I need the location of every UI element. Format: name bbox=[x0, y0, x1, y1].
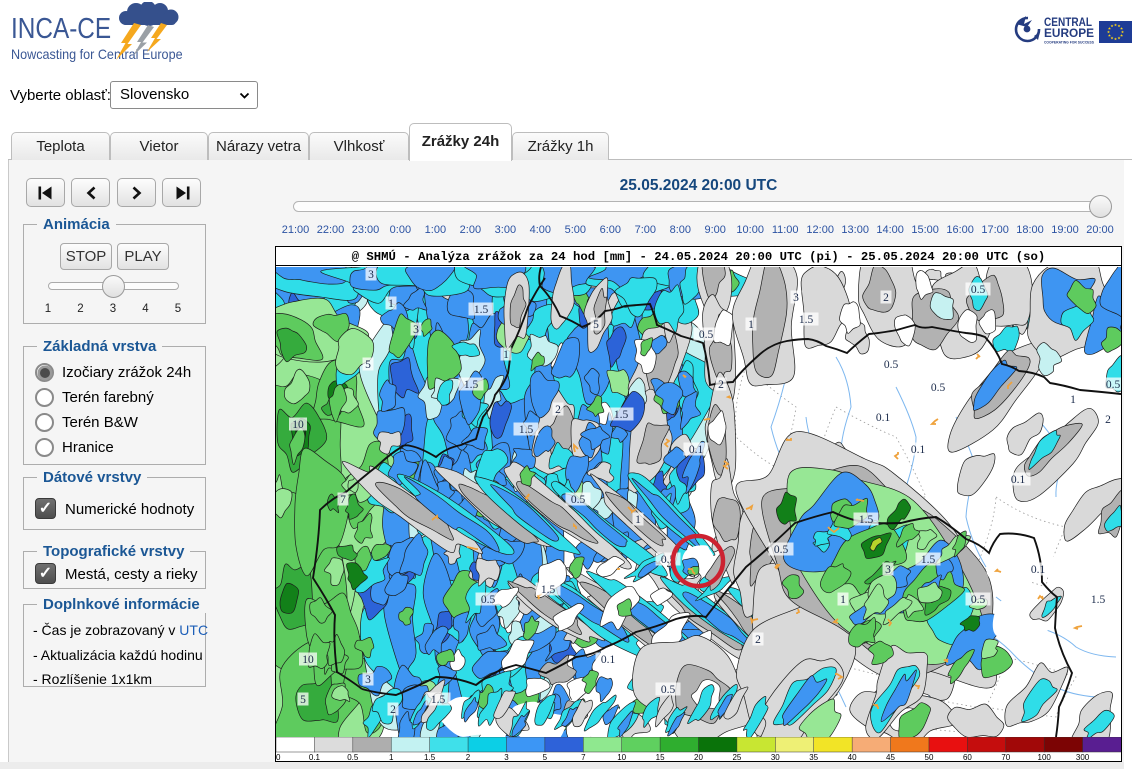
svg-text:25: 25 bbox=[732, 753, 741, 761]
svg-text:0: 0 bbox=[276, 753, 281, 761]
svg-text:0.1: 0.1 bbox=[309, 753, 321, 761]
svg-text:10: 10 bbox=[617, 753, 626, 761]
svg-text:1.5: 1.5 bbox=[474, 304, 489, 316]
svg-text:10: 10 bbox=[292, 419, 304, 431]
svg-text:0.1: 0.1 bbox=[1011, 474, 1026, 486]
svg-text:2: 2 bbox=[883, 292, 889, 304]
svg-text:0.5: 0.5 bbox=[661, 684, 676, 696]
svg-text:1.5: 1.5 bbox=[519, 424, 534, 436]
svg-text:0.5: 0.5 bbox=[347, 753, 359, 761]
svg-text:0.1: 0.1 bbox=[601, 654, 616, 666]
svg-text:5: 5 bbox=[300, 694, 306, 706]
svg-text:2: 2 bbox=[1105, 414, 1111, 426]
svg-text:2: 2 bbox=[390, 704, 396, 716]
svg-text:50: 50 bbox=[925, 753, 934, 761]
svg-text:0.5: 0.5 bbox=[1106, 379, 1121, 391]
svg-text:20: 20 bbox=[694, 753, 703, 761]
svg-text:1.5: 1.5 bbox=[464, 379, 479, 391]
svg-text:2: 2 bbox=[466, 753, 471, 761]
svg-text:1.5: 1.5 bbox=[921, 554, 936, 566]
svg-text:EUROPE: EUROPE bbox=[1044, 28, 1094, 40]
svg-text:5: 5 bbox=[365, 359, 371, 371]
svg-text:3: 3 bbox=[368, 269, 374, 281]
svg-text:2: 2 bbox=[555, 404, 561, 416]
svg-text:0.5: 0.5 bbox=[699, 329, 714, 341]
svg-text:1.5: 1.5 bbox=[1091, 594, 1106, 606]
svg-text:100: 100 bbox=[1038, 753, 1052, 761]
svg-text:1.5: 1.5 bbox=[541, 584, 556, 596]
svg-text:2: 2 bbox=[718, 379, 724, 391]
svg-text:1: 1 bbox=[1070, 394, 1076, 406]
svg-text:0.5: 0.5 bbox=[971, 594, 986, 606]
svg-text:COOPERATING FOR SUCCESS: COOPERATING FOR SUCCESS bbox=[1044, 41, 1094, 45]
svg-text:3: 3 bbox=[365, 674, 371, 686]
svg-text:0.1: 0.1 bbox=[689, 444, 704, 456]
svg-text:1: 1 bbox=[389, 753, 394, 761]
svg-text:35: 35 bbox=[809, 753, 818, 761]
svg-text:30: 30 bbox=[771, 753, 780, 761]
svg-text:1.5: 1.5 bbox=[431, 694, 446, 706]
svg-text:0.1: 0.1 bbox=[1031, 564, 1046, 576]
svg-text:0.5: 0.5 bbox=[884, 359, 899, 371]
svg-text:1: 1 bbox=[840, 594, 846, 606]
svg-text:3: 3 bbox=[793, 292, 799, 304]
svg-text:45: 45 bbox=[886, 753, 895, 761]
svg-text:70: 70 bbox=[1001, 753, 1010, 761]
svg-text:15: 15 bbox=[656, 753, 665, 761]
svg-text:10: 10 bbox=[302, 654, 314, 666]
svg-text:1.5: 1.5 bbox=[799, 314, 814, 326]
svg-text:3: 3 bbox=[413, 324, 419, 336]
svg-text:1: 1 bbox=[748, 319, 754, 331]
svg-text:0.5: 0.5 bbox=[481, 594, 496, 606]
svg-text:0.5: 0.5 bbox=[971, 284, 986, 296]
svg-text:1.5: 1.5 bbox=[424, 753, 436, 761]
svg-text:3: 3 bbox=[504, 753, 509, 761]
svg-text:60: 60 bbox=[963, 753, 972, 761]
svg-text:3: 3 bbox=[885, 564, 891, 576]
svg-text:300: 300 bbox=[1076, 753, 1090, 761]
svg-text:1: 1 bbox=[635, 514, 641, 526]
svg-text:0.1: 0.1 bbox=[876, 412, 891, 424]
svg-text:0.5: 0.5 bbox=[931, 382, 946, 394]
svg-text:1.5: 1.5 bbox=[614, 409, 629, 421]
svg-text:0.5: 0.5 bbox=[774, 544, 789, 556]
svg-text:0.1: 0.1 bbox=[911, 444, 926, 456]
svg-text:1: 1 bbox=[388, 298, 394, 310]
svg-text:5: 5 bbox=[593, 319, 599, 331]
svg-text:7: 7 bbox=[581, 753, 586, 761]
svg-text:7: 7 bbox=[340, 494, 346, 506]
svg-text:40: 40 bbox=[848, 753, 857, 761]
svg-text:1: 1 bbox=[503, 349, 509, 361]
svg-text:5: 5 bbox=[543, 753, 548, 761]
svg-text:1.5: 1.5 bbox=[859, 514, 874, 526]
svg-text:0.5: 0.5 bbox=[571, 494, 586, 506]
svg-text:2: 2 bbox=[755, 634, 761, 646]
